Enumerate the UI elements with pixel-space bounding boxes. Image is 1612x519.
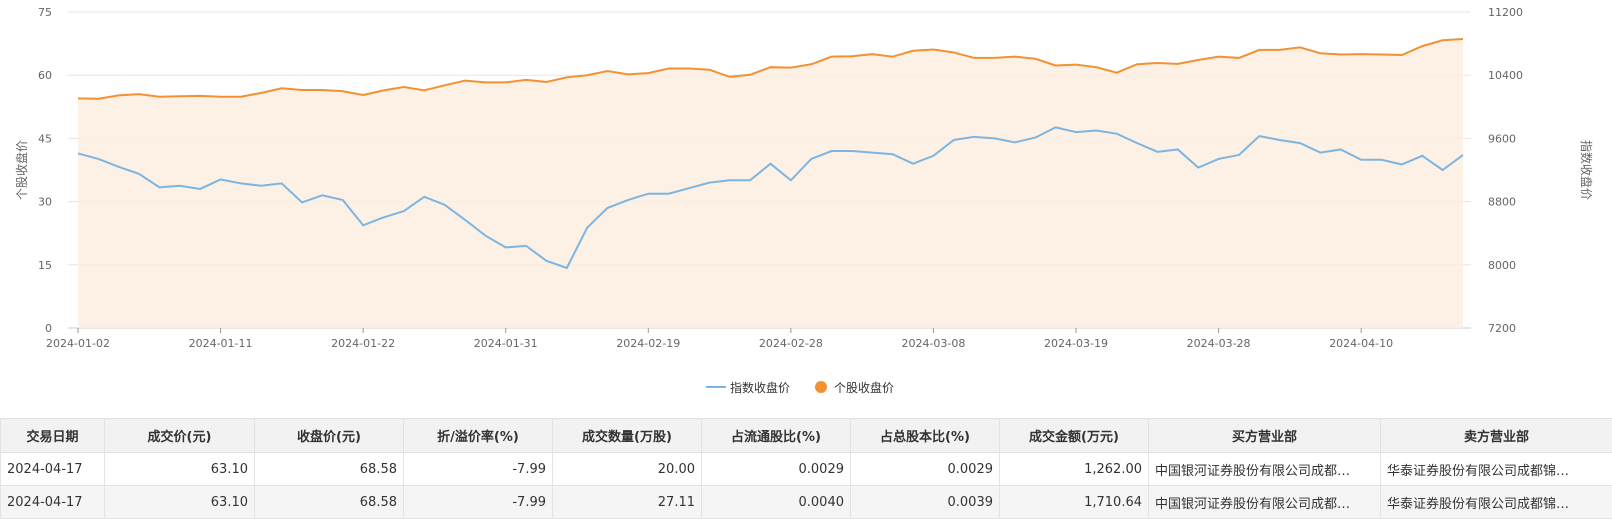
- cell-volume: 20.00: [553, 453, 702, 486]
- legend[interactable]: 指数收盘价 个股收盘价: [706, 380, 894, 395]
- x-tick-label: 2024-01-11: [189, 337, 253, 350]
- left-tick-label: 60: [38, 69, 52, 82]
- legend-item-stock[interactable]: 个股收盘价: [815, 380, 894, 395]
- col-header[interactable]: 占流通股比(%): [702, 419, 851, 453]
- cell-premium-rate: -7.99: [404, 453, 553, 486]
- cell-float-ratio: 0.0029: [702, 453, 851, 486]
- col-header[interactable]: 买方营业部: [1149, 419, 1381, 453]
- stock-close-area-fill: [78, 39, 1463, 328]
- left-axis-tick-labels: 0 15 30 45 60 75: [38, 6, 52, 335]
- cell-deal-price: 63.10: [105, 453, 255, 486]
- x-tick-label: 2024-01-22: [331, 337, 395, 350]
- right-axis-tick-labels: 7200 8000 8800 9600 10400 11200: [1488, 6, 1523, 335]
- x-tick-label: 2024-01-31: [474, 337, 538, 350]
- col-header[interactable]: 成交金额(万元): [1000, 419, 1149, 453]
- col-header[interactable]: 卖方营业部: [1381, 419, 1612, 453]
- right-axis-title: 指数收盘价: [1579, 140, 1594, 200]
- cell-total-ratio: 0.0029: [851, 453, 1000, 486]
- x-tick-label: 2024-03-28: [1187, 337, 1251, 350]
- axes: [78, 328, 1361, 333]
- cell-date: 2024-04-17: [1, 453, 105, 486]
- table-row: 2024-04-17 63.10 68.58 -7.99 20.00 0.002…: [1, 453, 1612, 486]
- cell-amount: 1,262.00: [1000, 453, 1149, 486]
- left-axis-title: 个股收盘价: [14, 140, 29, 200]
- dual-axis-line-chart: 0 15 30 45 60 75 7200 8000 8800 9600 10400 11200 2…: [0, 0, 1612, 410]
- block-trade-table: 交易日期 成交价(元) 收盘价(元) 折/溢价率(%) 成交数量(万股) 占流通…: [0, 418, 1612, 519]
- right-tick-label: 8800: [1488, 196, 1516, 209]
- col-header[interactable]: 收盘价(元): [255, 419, 404, 453]
- cell-close-price: 68.58: [255, 453, 404, 486]
- left-tick-label: 45: [38, 132, 52, 145]
- legend-stock-label: 个股收盘价: [834, 380, 894, 395]
- right-tick-label: 7200: [1488, 322, 1516, 335]
- cell-buyer[interactable]: 中国银河证券股份有限公司成都…: [1149, 453, 1381, 486]
- col-header[interactable]: 占总股本比(%): [851, 419, 1000, 453]
- right-tick-label: 8000: [1488, 259, 1516, 272]
- table-header-row: 交易日期 成交价(元) 收盘价(元) 折/溢价率(%) 成交数量(万股) 占流通…: [1, 419, 1612, 453]
- x-axis-tick-labels: 2024-01-02 2024-01-11 2024-01-22 2024-01-31…: [46, 337, 1393, 350]
- col-header[interactable]: 折/溢价率(%): [404, 419, 553, 453]
- left-tick-label: 15: [38, 259, 52, 272]
- col-header[interactable]: 交易日期: [1, 419, 105, 453]
- col-header[interactable]: 成交价(元): [105, 419, 255, 453]
- cell-seller[interactable]: 华泰证券股份有限公司成都锦…: [1381, 453, 1612, 486]
- x-tick-label: 2024-01-02: [46, 337, 110, 350]
- legend-stock-swatch: [815, 381, 827, 393]
- x-tick-label: 2024-02-28: [759, 337, 823, 350]
- right-tick-label: 10400: [1488, 69, 1523, 82]
- left-tick-label: 75: [38, 6, 52, 19]
- x-tick-label: 2024-03-08: [901, 337, 965, 350]
- left-tick-label: 0: [45, 322, 52, 335]
- x-tick-label: 2024-03-19: [1044, 337, 1108, 350]
- x-tick-label: 2024-04-10: [1329, 337, 1393, 350]
- legend-index-label: 指数收盘价: [730, 380, 790, 395]
- x-tick-label: 2024-02-19: [616, 337, 680, 350]
- right-tick-label: 9600: [1488, 132, 1516, 145]
- right-tick-label: 11200: [1488, 6, 1523, 19]
- col-header[interactable]: 成交数量(万股): [553, 419, 702, 453]
- legend-item-index[interactable]: 指数收盘价: [706, 380, 790, 395]
- left-tick-label: 30: [38, 196, 52, 209]
